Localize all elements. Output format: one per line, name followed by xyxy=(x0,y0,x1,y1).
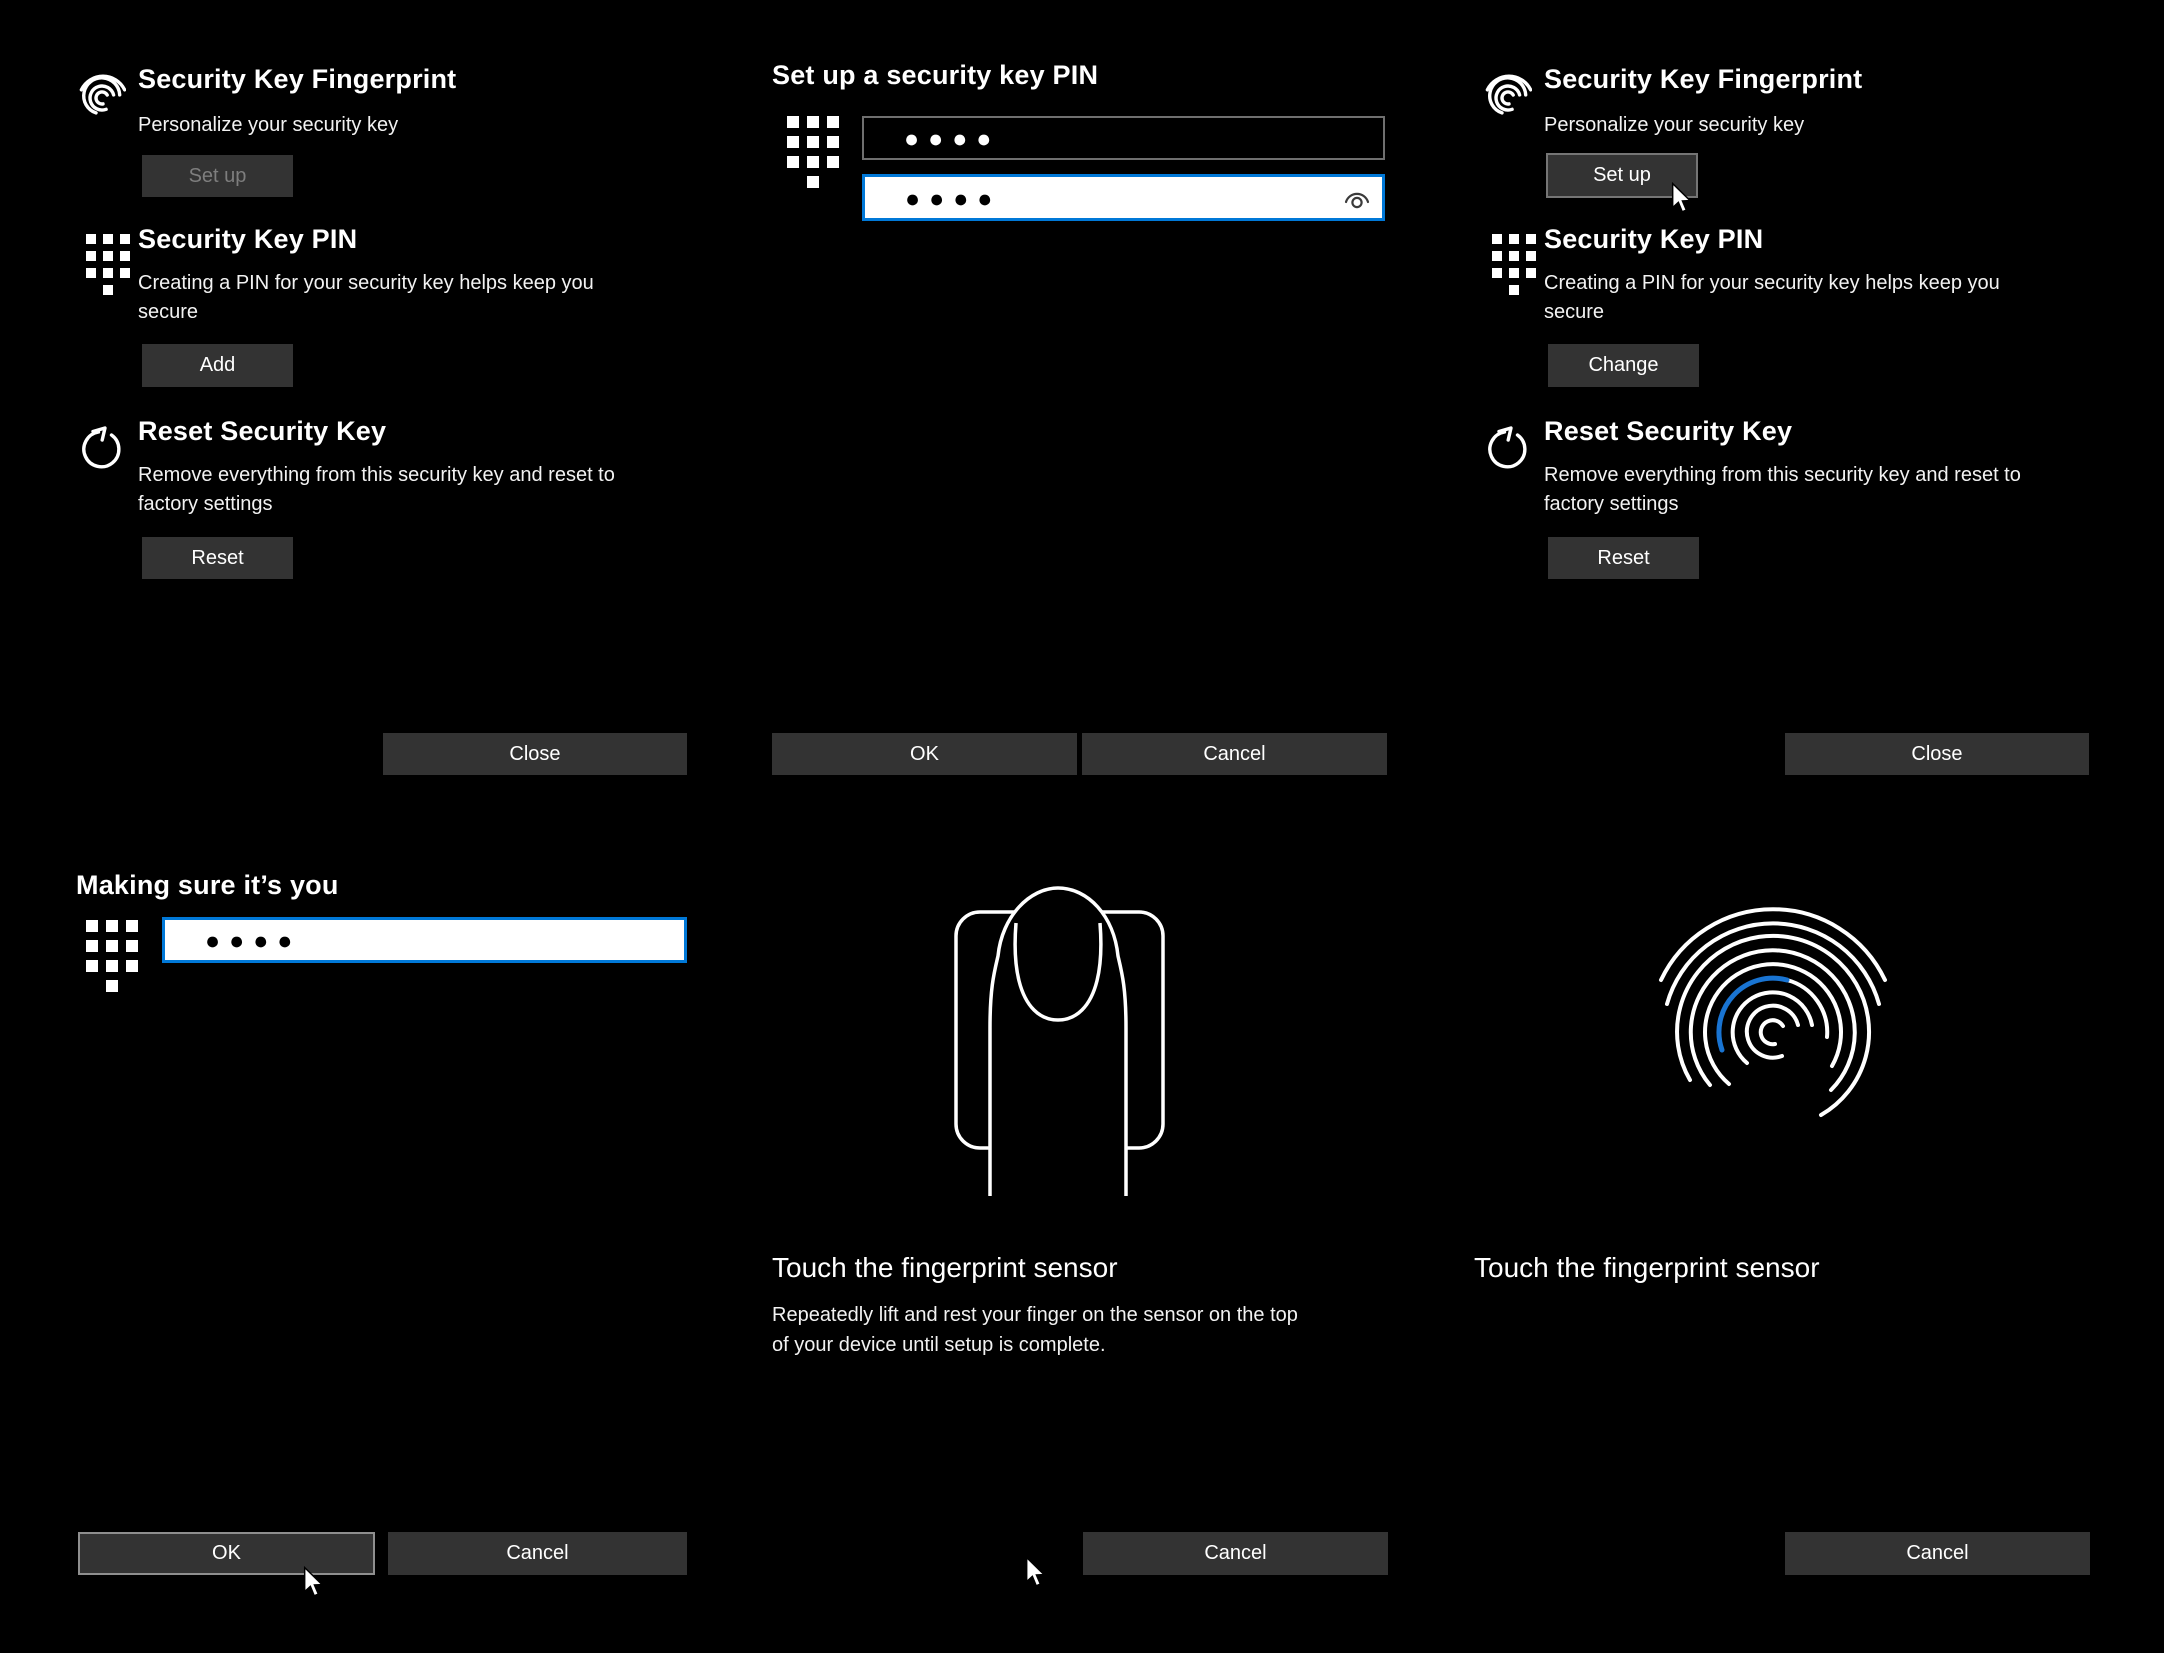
set-up-button[interactable]: Set up xyxy=(142,155,293,197)
reset-button[interactable]: Reset xyxy=(1548,537,1699,579)
pin-input[interactable]: ●●●● xyxy=(162,917,687,963)
section-desc-pin-line2: secure xyxy=(1544,301,1604,324)
masked-pin-value: ●●●● xyxy=(904,127,1000,152)
cancel-button[interactable]: Cancel xyxy=(1082,733,1387,775)
section-desc-reset-line2: factory settings xyxy=(138,493,273,516)
reset-icon xyxy=(1484,424,1531,471)
section-desc-fingerprint: Personalize your security key xyxy=(138,114,398,137)
section-desc-pin-line1: Creating a PIN for your security key hel… xyxy=(138,272,594,295)
section-title-fingerprint: Security Key Fingerprint xyxy=(1544,64,1862,95)
close-button[interactable]: Close xyxy=(1785,733,2089,775)
confirm-pin-input[interactable]: ●●●● xyxy=(862,174,1385,221)
panel-touch-sensor-guide: Touch the fingerprint sensor Repeatedly … xyxy=(770,870,1410,1630)
reset-icon xyxy=(78,424,125,471)
dialog-desc-line1: Repeatedly lift and rest your finger on … xyxy=(772,1304,1298,1327)
dialog-title: Touch the fingerprint sensor xyxy=(1474,1252,1820,1284)
section-desc-reset-line1: Remove everything from this security key… xyxy=(138,464,615,487)
panel-verify-identity: Making sure it’s you ●●●● OK Cancel xyxy=(76,870,696,1630)
mouse-cursor xyxy=(1025,1556,1047,1590)
panel-security-key-settings-left: Security Key Fingerprint Personalize you… xyxy=(76,60,696,820)
section-desc-reset-line2: factory settings xyxy=(1544,493,1679,516)
section-desc-pin-line2: secure xyxy=(138,301,198,324)
section-title-reset: Reset Security Key xyxy=(1544,416,1792,447)
fingerprint-icon xyxy=(78,62,126,118)
dialpad-icon xyxy=(86,920,138,992)
cancel-button[interactable]: Cancel xyxy=(1785,1532,2090,1575)
fingerprint-icon xyxy=(1484,62,1532,118)
close-button[interactable]: Close xyxy=(383,733,687,775)
masked-pin-value: ●●●● xyxy=(905,187,1001,212)
panel-touch-sensor: Touch the fingerprint sensor Cancel xyxy=(1470,870,2130,1630)
dialpad-icon xyxy=(787,116,839,188)
section-desc-fingerprint: Personalize your security key xyxy=(1544,114,1804,137)
dialog-title: Touch the fingerprint sensor xyxy=(772,1252,1118,1284)
section-desc-pin-line1: Creating a PIN for your security key hel… xyxy=(1544,272,2000,295)
cancel-button[interactable]: Cancel xyxy=(1083,1532,1388,1575)
new-pin-input[interactable]: ●●●● xyxy=(862,116,1385,160)
panel-security-key-settings-right: Security Key Fingerprint Personalize you… xyxy=(1482,60,2102,820)
add-pin-button[interactable]: Add xyxy=(142,344,293,387)
reset-button[interactable]: Reset xyxy=(142,537,293,579)
masked-pin-value: ●●●● xyxy=(205,929,301,954)
finger-on-sensor-illustration xyxy=(938,878,1200,1200)
mouse-cursor xyxy=(303,1566,325,1600)
section-title-pin: Security Key PIN xyxy=(138,224,357,255)
dialpad-icon xyxy=(86,234,130,295)
dialog-desc-line2: of your device until setup is complete. xyxy=(772,1334,1106,1357)
section-title-pin: Security Key PIN xyxy=(1544,224,1763,255)
fingerprint-progress-illustration xyxy=(1655,872,1915,1202)
dialpad-icon xyxy=(1492,234,1536,295)
section-desc-reset-line1: Remove everything from this security key… xyxy=(1544,464,2021,487)
dialog-title: Making sure it’s you xyxy=(76,870,339,901)
mouse-cursor xyxy=(1671,182,1693,216)
cancel-button[interactable]: Cancel xyxy=(388,1532,687,1575)
password-reveal-icon[interactable] xyxy=(1343,188,1371,210)
security-key-setup-collage: { "colors": { "background": "#000000", "… xyxy=(0,0,2164,1653)
section-title-fingerprint: Security Key Fingerprint xyxy=(138,64,456,95)
panel-pin-setup-dialog: Set up a security key PIN ●●●● ●●●● OK C… xyxy=(770,60,1400,820)
ok-button[interactable]: OK xyxy=(78,1532,375,1575)
dialog-title: Set up a security key PIN xyxy=(772,60,1098,91)
ok-button[interactable]: OK xyxy=(772,733,1077,775)
section-title-reset: Reset Security Key xyxy=(138,416,386,447)
change-pin-button[interactable]: Change xyxy=(1548,344,1699,387)
